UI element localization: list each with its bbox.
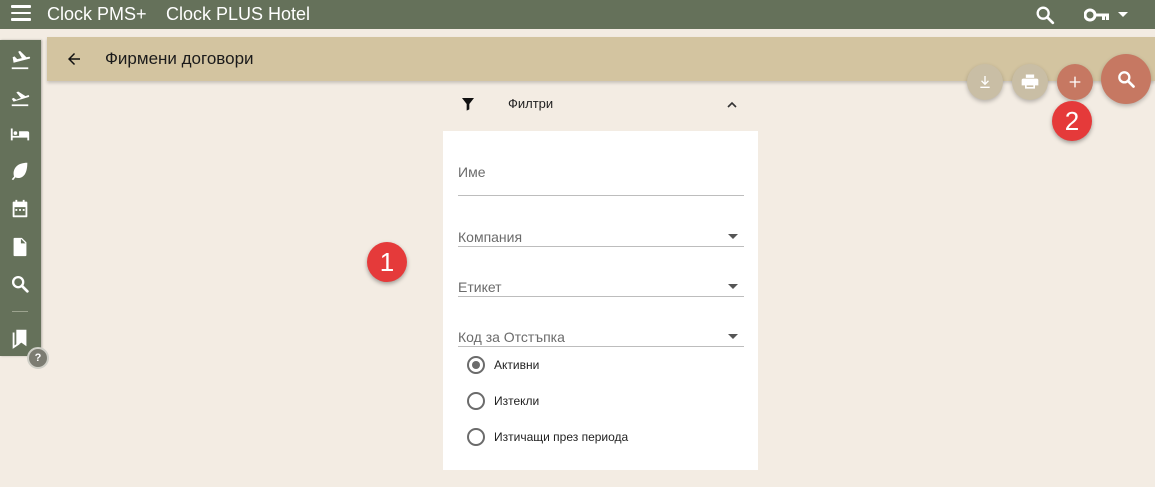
plus-icon	[1069, 76, 1081, 88]
page-title: Фирмени договори	[105, 49, 254, 68]
print-icon	[1021, 74, 1039, 89]
hotel-bed-icon[interactable]	[9, 123, 31, 145]
add-button[interactable]	[1057, 64, 1093, 100]
radio-unselected-icon	[467, 392, 485, 410]
search-icon	[1118, 71, 1135, 88]
annotation-marker-2: 2	[1052, 101, 1092, 141]
chevron-up-icon[interactable]	[724, 97, 740, 113]
document-icon[interactable]	[9, 236, 31, 258]
arrow-back-icon[interactable]	[65, 50, 83, 68]
caret-down-icon[interactable]	[1118, 12, 1128, 17]
filters-card: Име Компания Етикет Код за Отстъпка Акти…	[443, 131, 758, 470]
flight-takeoff-icon[interactable]	[9, 86, 31, 108]
leaf-icon[interactable]	[9, 160, 31, 182]
hamburger-menu-icon[interactable]	[11, 5, 31, 24]
search-icon[interactable]	[9, 273, 31, 295]
dropdown-arrow-icon	[728, 234, 738, 239]
print-button[interactable]	[1012, 64, 1048, 100]
search-fab-button[interactable]	[1101, 54, 1151, 104]
status-radio-label: Активни	[494, 358, 540, 372]
download-icon	[980, 76, 990, 88]
discount-code-select-label: Код за Отстъпка	[458, 329, 565, 345]
radio-unselected-icon	[467, 428, 485, 446]
name-field[interactable]: Име	[458, 146, 744, 196]
tag-select[interactable]: Етикет	[458, 247, 744, 297]
app-name: Clock PMS+	[47, 4, 147, 24]
dropdown-arrow-icon	[728, 334, 738, 339]
company-select-label: Компания	[458, 229, 523, 245]
filters-panel-header[interactable]: Филтри	[443, 86, 758, 122]
bookmarks-icon[interactable]	[9, 327, 31, 349]
help-button[interactable]: ?	[27, 347, 49, 369]
key-icon[interactable]	[1084, 7, 1110, 23]
sidebar	[0, 40, 41, 356]
calendar-icon[interactable]	[9, 198, 31, 220]
search-icon[interactable]	[1034, 4, 1056, 26]
radio-selected-icon	[467, 356, 485, 374]
top-app-bar: Clock PMS+ Clock PLUS Hotel	[0, 0, 1155, 29]
download-button[interactable]	[967, 64, 1003, 100]
name-field-label: Име	[458, 164, 486, 180]
sidebar-divider	[12, 311, 28, 312]
discount-code-select[interactable]: Код за Отстъпка	[458, 297, 744, 347]
tag-select-label: Етикет	[458, 279, 502, 295]
filters-title: Филтри	[508, 96, 554, 111]
status-radio-label: Изтичащи през периода	[494, 430, 629, 444]
filter-funnel-icon	[462, 98, 474, 111]
dropdown-arrow-icon	[728, 284, 738, 289]
hotel-name[interactable]: Clock PLUS Hotel	[166, 4, 310, 25]
company-select[interactable]: Компания	[458, 197, 744, 247]
flight-land-icon[interactable]	[9, 49, 31, 71]
status-radio-label: Изтекли	[494, 394, 540, 408]
annotation-marker-1: 1	[367, 242, 407, 282]
